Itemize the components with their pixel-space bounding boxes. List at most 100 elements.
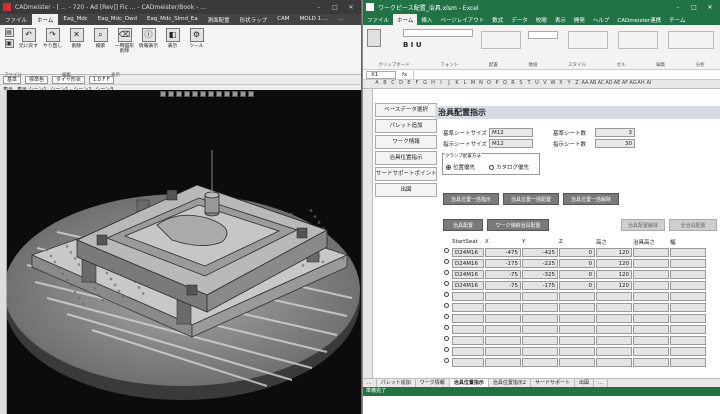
tilt-fixture-button[interactable]: ワーク傾斜治具配置 [487,219,549,231]
side-menu-button[interactable]: ワーク情報 [375,135,437,149]
grid-cell[interactable] [522,325,558,334]
grid-cell[interactable] [559,347,595,356]
grid-cell[interactable] [670,336,706,345]
column-header[interactable]: U [533,80,541,88]
cad-left-toolstrip[interactable] [0,90,7,414]
grid-cell[interactable] [452,292,484,301]
grid-cell[interactable]: -475 [485,248,521,257]
column-header[interactable]: AA [581,80,589,88]
excel-tab[interactable]: データ [507,14,532,25]
grid-cell[interactable] [633,303,669,312]
grid-cell[interactable] [670,259,706,268]
cad-tab[interactable]: Eag_Mdc_Dwd [93,14,142,25]
grid-cell[interactable] [522,358,558,367]
grid-cell[interactable] [670,325,706,334]
ref-size-field[interactable]: M12 [489,128,533,137]
grid-cell[interactable]: D24M16 [452,281,484,290]
column-header[interactable]: K [453,80,461,88]
grid-cell[interactable] [485,325,521,334]
view-tool-icon[interactable] [200,91,206,97]
row-radio[interactable] [444,347,451,356]
column-header[interactable]: AC [597,80,605,88]
sheet-tab[interactable]: 治具位置指示2 [489,379,532,387]
column-header[interactable]: Z [573,80,581,88]
column-header[interactable]: AF [621,80,629,88]
grid-cell[interactable] [633,248,669,257]
grid-cell[interactable] [633,336,669,345]
grid-cell[interactable] [485,347,521,356]
all-fixture-button[interactable]: 全治具配置 [669,219,717,231]
column-header[interactable]: W [549,80,557,88]
bulk-release-button[interactable]: 治具位置一括解除 [563,193,619,205]
column-header[interactable]: L [461,80,469,88]
clamp-radio-position[interactable]: 位置優先 [446,163,475,171]
side-menu-button[interactable]: パレット追加 [375,119,437,133]
view-tool-icon[interactable] [248,91,254,97]
column-header[interactable]: J [445,80,453,88]
view-tool-icon[interactable] [160,91,166,97]
excel-tab[interactable]: 挿入 [417,14,436,25]
sheet-tab[interactable]: サードサポート [531,379,576,387]
grid-cell[interactable]: 120 [596,248,632,257]
column-header[interactable]: N [477,80,485,88]
sheet-tab[interactable]: パレット追加 [377,379,416,387]
side-menu-button[interactable]: 治具位置指示 [375,151,437,165]
row-radio[interactable] [444,336,451,345]
grid-cell[interactable] [522,314,558,323]
ref-count-field[interactable]: 3 [595,128,635,137]
grid-cell[interactable] [596,358,632,367]
row-radio[interactable] [444,303,451,312]
row-radio[interactable] [444,248,451,257]
place-fixture-button[interactable]: 治具配置 [443,219,483,231]
close-icon[interactable]: ✕ [346,4,356,11]
ribbon-button[interactable]: ↶ 元に戻す [17,28,40,74]
grid-cell[interactable]: 120 [596,270,632,279]
grid-cell[interactable] [633,314,669,323]
minimize-icon[interactable]: – [673,4,683,11]
grid-cell[interactable] [670,358,706,367]
row-radio[interactable] [444,292,451,301]
view-tool-icon[interactable] [208,91,214,97]
paste-icon[interactable] [367,29,381,47]
grid-cell[interactable] [633,347,669,356]
bold-icon[interactable]: B I U [403,41,422,49]
column-header[interactable]: AI [645,80,653,88]
excel-tab[interactable]: ファイル [363,14,393,25]
row-radio[interactable] [444,325,451,334]
grid-cell[interactable]: -75 [485,281,521,290]
cad-tab[interactable]: Eag_Mdc_Slmd_Ea [142,14,203,25]
view-tool-icon[interactable] [216,91,222,97]
grid-cell[interactable] [559,303,595,312]
grid-cell[interactable] [633,270,669,279]
bulk-indicate-button[interactable]: 治具位置一括指示 [443,193,499,205]
grid-cell[interactable] [670,292,706,301]
grid-cell[interactable] [485,303,521,312]
column-header[interactable]: M [469,80,477,88]
ribbon-button[interactable]: ⌕ 検索 [89,28,112,74]
grid-cell[interactable]: -225 [522,259,558,268]
excel-tab[interactable]: ヘルプ [589,14,614,25]
excel-tab[interactable]: 数式 [488,14,507,25]
grid-cell[interactable] [596,314,632,323]
column-header[interactable]: V [541,80,549,88]
grid-cell[interactable]: -75 [485,270,521,279]
column-header[interactable]: O [485,80,493,88]
row-radio[interactable] [444,281,451,290]
grid-cell[interactable] [633,259,669,268]
cad-tab[interactable]: ホーム [32,14,59,25]
grid-cell[interactable] [559,336,595,345]
clamp-radio-catalog[interactable]: カタログ優先 [489,163,529,171]
row-radio[interactable] [444,358,451,367]
cad-3d-viewport[interactable] [4,90,361,414]
minimize-icon[interactable]: – [314,4,324,11]
column-header[interactable]: Y [565,80,573,88]
grid-cell[interactable]: 0 [559,248,595,257]
ribbon-button[interactable]: ⓘ 情報表示 [137,28,160,74]
grid-cell[interactable] [485,358,521,367]
sheet-tab[interactable]: 出図 [575,379,595,387]
grid-cell[interactable]: D24M16 [452,270,484,279]
grid-cell[interactable] [670,303,706,312]
grid-cell[interactable] [522,336,558,345]
ribbon-button[interactable]: ⌫ 一時図形削除 [113,28,136,74]
grid-cell[interactable] [522,303,558,312]
